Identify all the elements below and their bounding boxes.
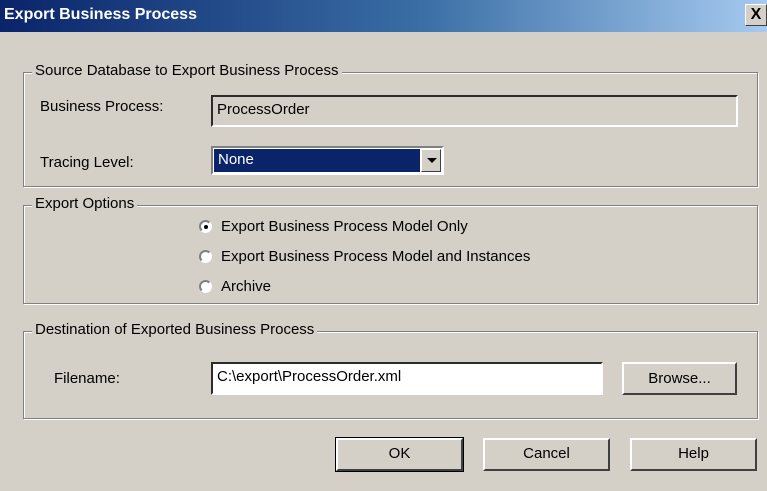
filename-label: Filename: bbox=[54, 370, 120, 387]
cancel-button[interactable]: Cancel bbox=[483, 438, 610, 471]
tracing-level-value: None bbox=[214, 149, 420, 172]
radio-model-only-indicator[interactable] bbox=[199, 220, 212, 233]
ok-button[interactable]: OK bbox=[335, 437, 464, 472]
filename-value: C:\export\ProcessOrder.xml bbox=[217, 368, 402, 385]
radio-model-and-instances-indicator[interactable] bbox=[199, 250, 212, 263]
chevron-down-icon[interactable] bbox=[421, 149, 441, 172]
tracing-level-label: Tracing Level: bbox=[40, 154, 134, 171]
close-icon: X bbox=[750, 6, 762, 23]
help-button[interactable]: Help bbox=[630, 438, 757, 471]
export-options-legend: Export Options bbox=[32, 195, 138, 212]
radio-archive-indicator[interactable] bbox=[199, 280, 212, 293]
radio-model-only-label: Export Business Process Model Only bbox=[221, 218, 468, 235]
filename-input[interactable]: C:\export\ProcessOrder.xml bbox=[211, 362, 603, 395]
business-process-value: ProcessOrder bbox=[217, 101, 310, 118]
business-process-label: Business Process: bbox=[40, 98, 164, 115]
source-legend: Source Database to Export Business Proce… bbox=[32, 62, 342, 79]
radio-archive-label: Archive bbox=[221, 278, 272, 295]
title-bar: Export Business Process X bbox=[0, 0, 767, 32]
browse-button[interactable]: Browse... bbox=[622, 362, 737, 395]
radio-model-and-instances-label: Export Business Process Model and Instan… bbox=[221, 248, 531, 265]
tracing-level-select[interactable]: None bbox=[211, 146, 444, 175]
close-button[interactable]: X bbox=[745, 4, 767, 26]
window-title: Export Business Process bbox=[4, 6, 197, 23]
business-process-field: ProcessOrder bbox=[211, 95, 738, 127]
destination-legend: Destination of Exported Business Process bbox=[32, 321, 318, 338]
